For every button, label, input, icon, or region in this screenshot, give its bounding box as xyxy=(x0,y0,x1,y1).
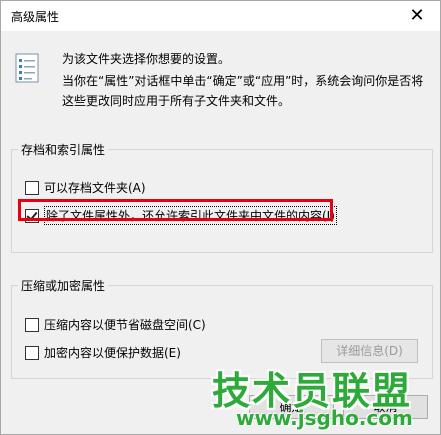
compress-checkbox-label: 压缩内容以便节省磁盘空间(C) xyxy=(44,318,206,332)
intro-line-2: 当你在“属性”对话框中单击“确定”或“应用”时，系统会询问你是否将这些更改同时应… xyxy=(62,74,424,108)
intro-line-1: 为该文件夹选择你想要的设置。 xyxy=(62,52,231,66)
encrypt-checkbox[interactable]: 加密内容以便保护数据(E) xyxy=(25,344,181,361)
ok-button[interactable]: 确定 xyxy=(249,395,334,419)
compress-checkbox[interactable]: 压缩内容以便节省磁盘空间(C) xyxy=(25,316,206,333)
details-button[interactable]: 详细信息(D) xyxy=(321,339,418,363)
archive-checkbox-label: 可以存档文件夹(A) xyxy=(44,181,146,195)
archive-group-title: 存档和索引属性 xyxy=(18,141,109,158)
cancel-button[interactable]: 取消 xyxy=(343,395,428,419)
title-bar: 高级属性 ✕ xyxy=(1,1,440,31)
compress-checkbox-box[interactable] xyxy=(25,317,39,332)
dialog-body: 为该文件夹选择你想要的设置。 当你在“属性”对话框中单击“确定”或“应用”时，系… xyxy=(1,31,440,434)
archive-checkbox[interactable]: 可以存档文件夹(A) xyxy=(25,179,146,196)
intro-text: 为该文件夹选择你想要的设置。 当你在“属性”对话框中单击“确定”或“应用”时，系… xyxy=(62,49,432,111)
properties-list-icon xyxy=(15,53,39,83)
compress-group-title: 压缩或加密属性 xyxy=(18,277,109,294)
archive-checkbox-box[interactable] xyxy=(25,180,39,195)
encrypt-checkbox-label: 加密内容以便保护数据(E) xyxy=(44,346,181,360)
window-title: 高级属性 xyxy=(11,10,60,24)
highlight-box xyxy=(18,199,333,221)
encrypt-checkbox-box[interactable] xyxy=(25,345,39,360)
close-icon[interactable]: ✕ xyxy=(394,1,440,31)
